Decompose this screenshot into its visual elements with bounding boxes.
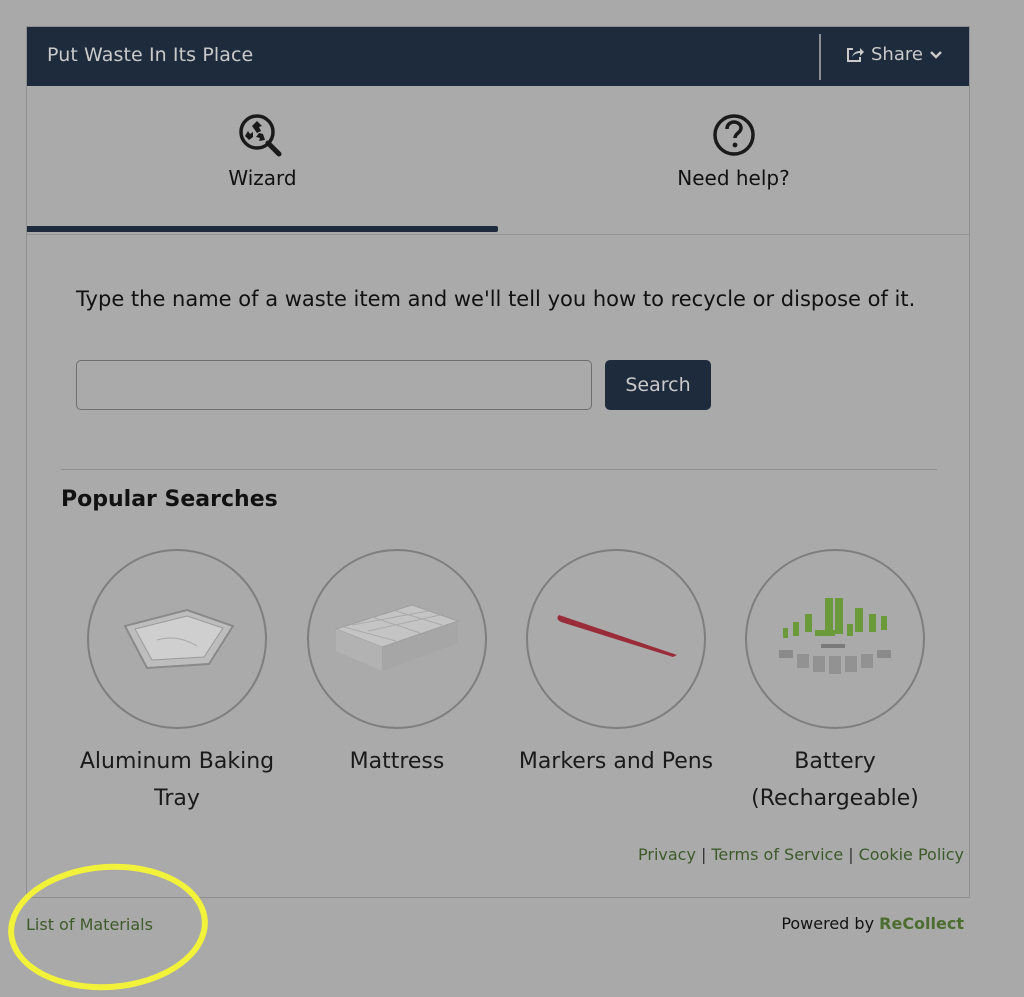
cookie-policy-link[interactable]: Cookie Policy: [859, 845, 964, 864]
link-separator: |: [848, 845, 854, 864]
tab-wizard[interactable]: Wizard: [27, 86, 498, 234]
marker-image: [557, 615, 677, 657]
footer-links: Privacy | Terms of Service | Cookie Policy: [638, 845, 964, 864]
top-bar: Put Waste In Its Place Share: [27, 27, 969, 86]
popular-item[interactable]: Battery (Rechargeable): [725, 549, 945, 817]
powered-by: Powered by ReCollect: [781, 914, 964, 933]
batteries-image: [779, 598, 891, 674]
share-button[interactable]: Share: [845, 44, 943, 65]
item-image-circle: [87, 549, 267, 729]
terms-of-service-link[interactable]: Terms of Service: [711, 845, 843, 864]
item-label: Aluminum Baking Tray: [79, 749, 275, 811]
item-label: Mattress: [349, 749, 445, 774]
recycle-search-icon: [235, 112, 291, 166]
privacy-link[interactable]: Privacy: [638, 845, 696, 864]
search-input[interactable]: [76, 360, 592, 410]
popular-item[interactable]: Aluminum Baking Tray: [67, 549, 287, 817]
powered-by-text: Powered by: [781, 914, 875, 933]
recollect-logo[interactable]: ReCollect: [879, 914, 964, 933]
tab-bar: Wizard Need help?: [27, 86, 969, 235]
item-image-circle: [745, 549, 925, 729]
mattress-image: [334, 604, 460, 671]
popular-item[interactable]: Mattress: [287, 549, 507, 780]
section-divider: [61, 469, 937, 470]
share-icon: [845, 46, 865, 64]
popular-item[interactable]: Markers and Pens: [506, 549, 726, 780]
list-of-materials-link[interactable]: List of Materials: [26, 915, 153, 934]
waste-wizard-widget: Put Waste In Its Place Share Wizard Need…: [26, 26, 970, 898]
tab-need-help[interactable]: Need help?: [498, 86, 969, 234]
tab-wizard-label: Wizard: [228, 166, 297, 190]
item-image-circle: [307, 549, 487, 729]
app-title: Put Waste In Its Place: [47, 44, 254, 66]
question-circle-icon: [711, 112, 757, 162]
item-label: Battery (Rechargeable): [751, 749, 919, 811]
link-separator: |: [700, 845, 707, 864]
aluminum-tray-image: [123, 608, 235, 670]
active-tab-indicator: [27, 226, 498, 232]
search-prompt: Type the name of a waste item and we'll …: [76, 287, 916, 311]
item-image-circle: [526, 549, 706, 729]
item-label: Markers and Pens: [518, 749, 714, 774]
chevron-down-icon: [929, 50, 943, 60]
popular-searches-heading: Popular Searches: [61, 487, 278, 512]
share-label: Share: [871, 44, 923, 65]
topbar-divider: [819, 34, 821, 80]
search-button[interactable]: Search: [605, 360, 711, 410]
tab-need-help-label: Need help?: [677, 166, 790, 190]
